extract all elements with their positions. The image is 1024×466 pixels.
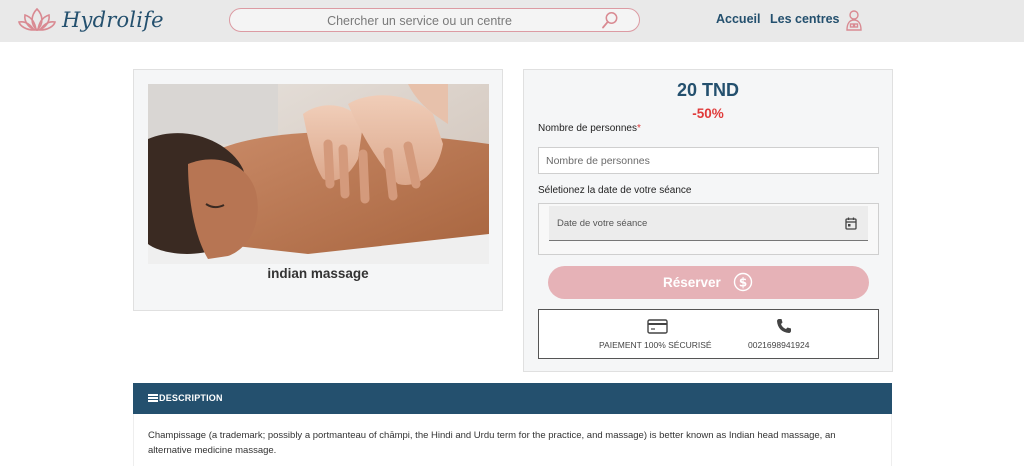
- date-picker-container: Date de votre séance: [538, 203, 879, 255]
- svg-text:$: $: [739, 276, 747, 290]
- lotus-logo-icon: [18, 7, 56, 32]
- top-header: Hydrolife Accueil Les centres: [0, 0, 1024, 42]
- product-image: [148, 84, 489, 264]
- booking-card: 20 TND -50% Nombre de personnes* Séletio…: [523, 69, 893, 372]
- reserve-label: Réserver: [663, 275, 721, 290]
- list-icon: [148, 394, 158, 402]
- date-placeholder: Date de votre séance: [557, 218, 648, 229]
- dollar-icon: $: [733, 272, 753, 292]
- credit-card-icon: [647, 319, 668, 334]
- discount-badge: -50%: [692, 106, 724, 121]
- required-mark: *: [636, 123, 641, 134]
- secure-payment-text: PAIEMENT 100% SÉCURISÉ: [599, 340, 712, 350]
- phone-icon[interactable]: [776, 318, 791, 333]
- phone-number[interactable]: 0021698941924: [748, 340, 809, 350]
- payment-info-box: PAIEMENT 100% SÉCURISÉ 0021698941924: [538, 309, 879, 359]
- user-icon: [846, 10, 862, 31]
- date-input[interactable]: Date de votre séance: [549, 206, 868, 241]
- reserve-button[interactable]: Réserver $: [548, 266, 869, 299]
- search-bar: [229, 8, 640, 32]
- search-button[interactable]: [601, 11, 619, 30]
- persons-label: Nombre de personnes*: [538, 123, 641, 134]
- search-icon: [602, 12, 618, 29]
- product-card: indian massage: [133, 69, 503, 311]
- product-title: indian massage: [267, 266, 369, 281]
- massage-photo: [148, 84, 489, 264]
- user-account-button[interactable]: [845, 9, 863, 31]
- calendar-icon[interactable]: [845, 217, 857, 230]
- persons-label-text: Nombre de personnes: [538, 123, 637, 134]
- brand-logo[interactable]: Hydrolife: [18, 5, 164, 35]
- brand-name: Hydrolife: [62, 8, 164, 32]
- nav-home-link[interactable]: Accueil: [716, 12, 760, 26]
- description-title: DESCRIPTION: [159, 393, 223, 403]
- description-text: Champissage (a trademark; possibly a por…: [148, 430, 836, 456]
- nav-centers-link[interactable]: Les centres: [770, 12, 839, 26]
- search-input[interactable]: [242, 11, 597, 30]
- description-header: DESCRIPTION: [133, 383, 892, 414]
- price: 20 TND: [676, 80, 739, 100]
- description-body: Champissage (a trademark; possibly a por…: [133, 414, 892, 466]
- date-label: Séletionez la date de votre séance: [538, 185, 692, 196]
- persons-input[interactable]: [538, 147, 879, 174]
